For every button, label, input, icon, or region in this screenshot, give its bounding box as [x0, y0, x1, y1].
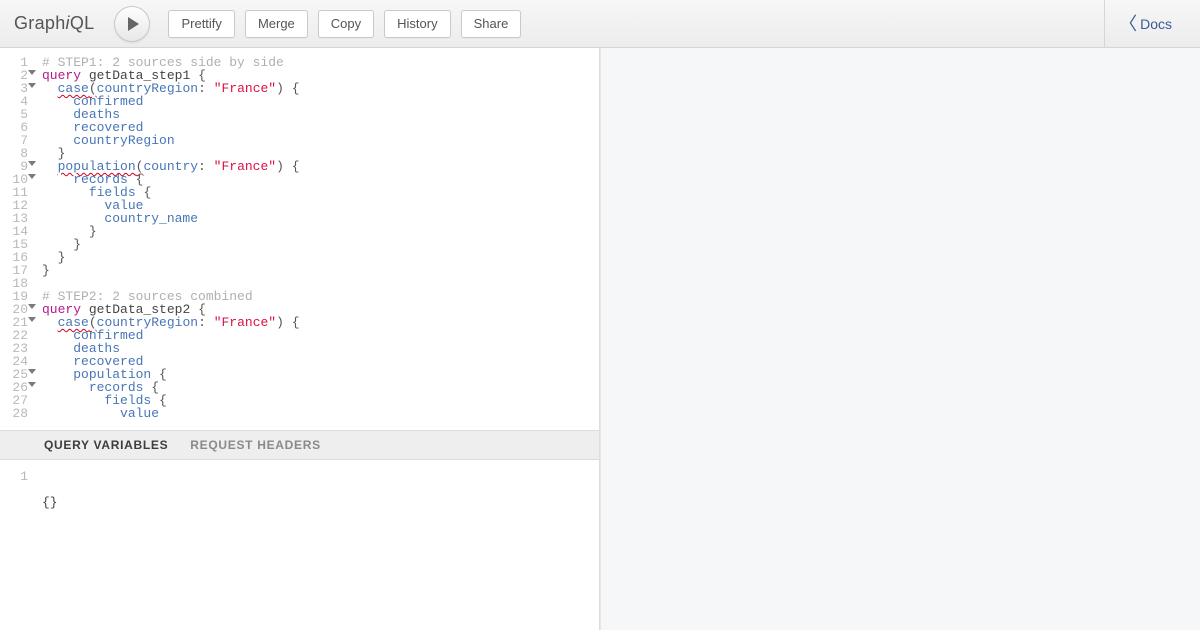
chevron-left-icon: 〈 [1119, 15, 1137, 33]
play-icon [128, 17, 139, 31]
toolbar-divider [1104, 0, 1105, 48]
toolbar: GraphiQL Prettify Merge Copy History Sha… [0, 0, 1200, 48]
fold-icon[interactable] [28, 70, 36, 75]
merge-button[interactable]: Merge [245, 10, 308, 38]
vars-line-number: 1 [0, 470, 28, 483]
fold-icon[interactable] [28, 382, 36, 387]
logo-ql: QL [70, 13, 95, 33]
share-button[interactable]: Share [461, 10, 522, 38]
code-line[interactable]: countryRegion [42, 134, 300, 147]
code-line[interactable]: value [42, 407, 300, 420]
query-editor[interactable]: 1234567891011121314151617181920212223242… [0, 48, 599, 430]
copy-button[interactable]: Copy [318, 10, 374, 38]
code-line[interactable]: } [42, 238, 300, 251]
fold-icon[interactable] [28, 161, 36, 166]
line-gutter: 1234567891011121314151617181920212223242… [0, 56, 34, 430]
code-line[interactable]: } [42, 251, 300, 264]
line-number: 28 [0, 407, 28, 420]
fold-icon[interactable] [28, 317, 36, 322]
docs-label: Docs [1140, 16, 1172, 32]
fold-icon[interactable] [28, 83, 36, 88]
execute-button[interactable] [114, 6, 150, 42]
fold-icon[interactable] [28, 369, 36, 374]
fold-icon[interactable] [28, 304, 36, 309]
docs-button[interactable]: 〈 Docs [1109, 0, 1186, 48]
main-area: 1234567891011121314151617181920212223242… [0, 48, 1200, 630]
left-column: 1234567891011121314151617181920212223242… [0, 48, 600, 630]
vars-code[interactable]: {} [34, 470, 104, 630]
logo-graph: Graph [14, 13, 66, 33]
app-logo: GraphiQL [14, 13, 94, 34]
tab-query-variables[interactable]: Query Variables [44, 438, 168, 452]
variables-editor[interactable]: 1 {} [0, 460, 599, 630]
vars-line: {} [42, 496, 104, 509]
fold-icon[interactable] [28, 174, 36, 179]
code-area[interactable]: # STEP1: 2 sources side by sidequery get… [34, 56, 300, 430]
variables-tabbar: Query Variables Request Headers [0, 430, 599, 460]
prettify-button[interactable]: Prettify [168, 10, 234, 38]
tab-request-headers[interactable]: Request Headers [190, 438, 321, 452]
code-line[interactable]: } [42, 264, 300, 277]
result-pane [600, 48, 1200, 630]
result-divider [600, 48, 601, 630]
history-button[interactable]: History [384, 10, 450, 38]
vars-gutter: 1 [0, 470, 34, 630]
